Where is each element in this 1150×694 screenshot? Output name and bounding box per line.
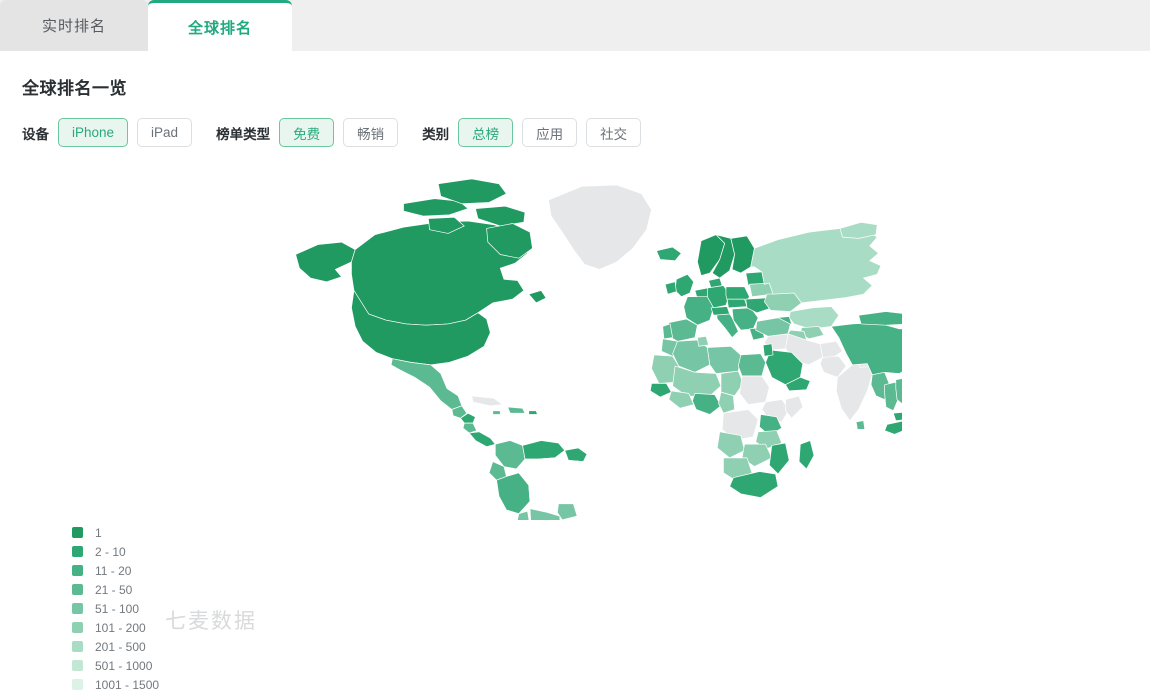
filter-label-list-type: 榜单类型 [216,126,271,142]
filter-chip-social[interactable]: 社交 [586,118,642,147]
content-panel: 全球排名一览 设备 iPhone iPad 榜单类型 免费 畅销 类别 总榜 应… [0,51,1150,692]
legend-swatch [72,546,83,557]
filter-label-category: 类别 [422,126,450,142]
filter-bar: 设备 iPhone iPad 榜单类型 免费 畅销 类别 总榜 应用 社交 [0,99,1150,147]
region-somalia[interactable] [785,395,804,419]
region-nicaragua[interactable] [462,422,478,434]
region-malaysia[interactable] [892,412,902,422]
region-costa-rica-panama[interactable] [468,431,496,448]
filter-group-device: 设备 iPhone iPad [22,118,193,147]
legend-label: 11 - 20 [95,563,132,578]
legend-item: 1001 - 1500 [72,675,159,694]
legend-swatch [72,641,83,652]
legend-swatch [72,603,83,614]
world-map-container: 七麦数据 1 2 - 10 11 - 20 21 - 50 51 - 100 1… [0,153,1150,692]
legend-label: 1001 - 1500 [95,677,160,692]
legend-label: 1 [95,525,102,540]
filter-chip-free[interactable]: 免费 [279,118,335,147]
tab-realtime-ranking[interactable]: 实时排名 [0,0,148,51]
legend-swatch [72,622,83,633]
tab-bar: 实时排名 全球排名 [0,0,1150,51]
region-sri-lanka[interactable] [855,420,866,430]
region-cameroon[interactable] [718,391,735,414]
region-nigeria[interactable] [692,393,722,415]
legend-item: 1 [72,523,159,542]
region-united-kingdom[interactable] [674,273,695,298]
legend-item: 2 - 10 [72,542,159,561]
region-afghanistan[interactable] [819,340,843,360]
map-legend: 1 2 - 10 11 - 20 21 - 50 51 - 100 101 - … [72,523,159,694]
region-alaska[interactable] [295,241,356,283]
legend-item: 21 - 50 [72,580,159,599]
region-jamaica[interactable] [492,410,501,415]
region-indonesia-sumatra[interactable] [884,420,902,435]
region-sudan[interactable] [739,375,770,405]
filter-chip-ipad[interactable]: iPad [137,118,193,147]
watermark: 七麦数据 [165,610,257,633]
legend-item: 11 - 20 [72,561,159,580]
tab-label: 全球排名 [187,19,252,37]
region-hispaniola[interactable] [507,406,526,414]
page-title: 全球排名一览 [22,79,127,98]
filter-chip-overall[interactable]: 总榜 [458,118,514,147]
region-mexico[interactable] [390,358,463,410]
region-czech-slovakia[interactable] [726,298,748,309]
region-canada-newfoundland[interactable] [528,290,547,304]
region-cuba[interactable] [471,395,504,407]
region-guyana-suriname[interactable] [564,447,588,462]
legend-swatch [72,527,83,538]
region-iceland[interactable] [656,246,682,262]
filter-label-device: 设备 [22,126,49,142]
region-tunisia[interactable] [697,335,709,347]
region-mozambique[interactable] [768,442,790,475]
region-switzerland-austria[interactable] [710,306,730,316]
legend-label: 51 - 100 [95,601,140,616]
filter-chip-apps[interactable]: 应用 [522,118,578,147]
filter-chip-grossing[interactable]: 畅销 [343,118,399,147]
region-angola[interactable] [716,431,745,459]
region-kazakhstan[interactable] [788,306,840,330]
legend-swatch [72,660,83,671]
tab-label: 实时排名 [41,18,106,35]
legend-item: 501 - 1000 [72,656,159,675]
region-mongolia[interactable] [858,311,902,326]
legend-item: 101 - 200 [72,618,159,637]
region-libya[interactable] [706,345,742,374]
region-egypt[interactable] [737,353,766,377]
region-ireland[interactable] [664,281,677,295]
legend-swatch [72,565,83,576]
filter-group-category: 类别 总榜 应用 社交 [422,118,642,147]
legend-label: 501 - 1000 [95,658,153,673]
filter-group-list-type: 榜单类型 免费 畅销 [216,118,399,147]
legend-item: 201 - 500 [72,637,159,656]
region-greenland[interactable] [548,184,652,270]
world-choropleth-map[interactable] [282,175,902,520]
region-israel-jordan[interactable] [762,343,774,357]
region-venezuela[interactable] [522,440,566,460]
legend-swatch [72,679,83,690]
tab-global-ranking[interactable]: 全球排名 [148,0,292,51]
legend-swatch [72,584,83,595]
region-puerto-rico[interactable] [528,410,538,415]
legend-label: 201 - 500 [95,639,146,654]
region-madagascar[interactable] [798,440,815,470]
filter-chip-iphone[interactable]: iPhone [58,118,129,147]
legend-label: 2 - 10 [95,544,126,559]
legend-item: 51 - 100 [72,599,159,618]
region-finland[interactable] [730,235,755,274]
legend-label: 101 - 200 [95,620,146,635]
region-senegal-guinea[interactable] [649,383,672,398]
legend-label: 21 - 50 [95,582,133,597]
